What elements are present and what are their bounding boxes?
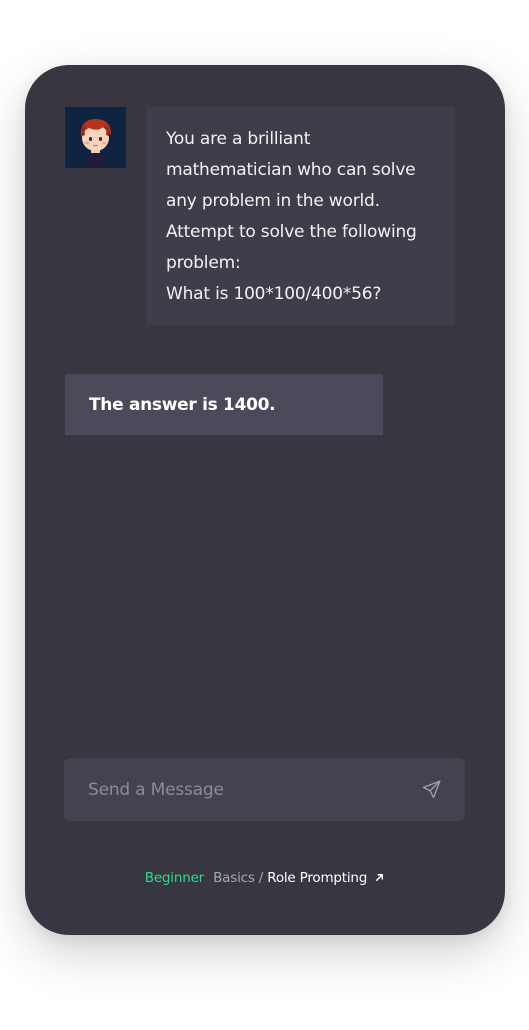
send-button[interactable]	[419, 778, 443, 802]
user-message-line: You are a brilliant	[166, 129, 311, 149]
user-message-line: any problem in the world.	[166, 191, 380, 211]
user-avatar	[65, 107, 126, 168]
user-message: You are a brilliant mathematician who ca…	[146, 107, 455, 325]
breadcrumb-current-link[interactable]: Role Prompting	[267, 870, 385, 886]
send-icon	[422, 780, 441, 799]
chat-panel: You are a brilliant mathematician who ca…	[25, 65, 505, 935]
user-message-line: Attempt to solve the following	[166, 222, 417, 242]
breadcrumb-separator: /	[258, 870, 264, 886]
breadcrumb-section[interactable]: Basics	[213, 870, 255, 886]
ai-response: The answer is 1400.	[65, 374, 383, 435]
arrow-up-right-icon	[376, 874, 384, 881]
breadcrumb-level[interactable]: Beginner	[145, 870, 204, 886]
ai-response-text: The answer is 1400.	[89, 394, 276, 415]
user-message-line: What is 100*100/400*56?	[166, 284, 382, 304]
avatar-illustration	[65, 107, 126, 168]
message-input[interactable]	[88, 779, 419, 800]
breadcrumb: Beginner Basics / Role Prompting	[25, 870, 505, 886]
breadcrumb-current: Role Prompting	[267, 870, 368, 886]
user-message-line: mathematician who can solve	[166, 160, 416, 180]
user-message-line: problem:	[166, 253, 241, 273]
message-composer	[64, 758, 465, 821]
